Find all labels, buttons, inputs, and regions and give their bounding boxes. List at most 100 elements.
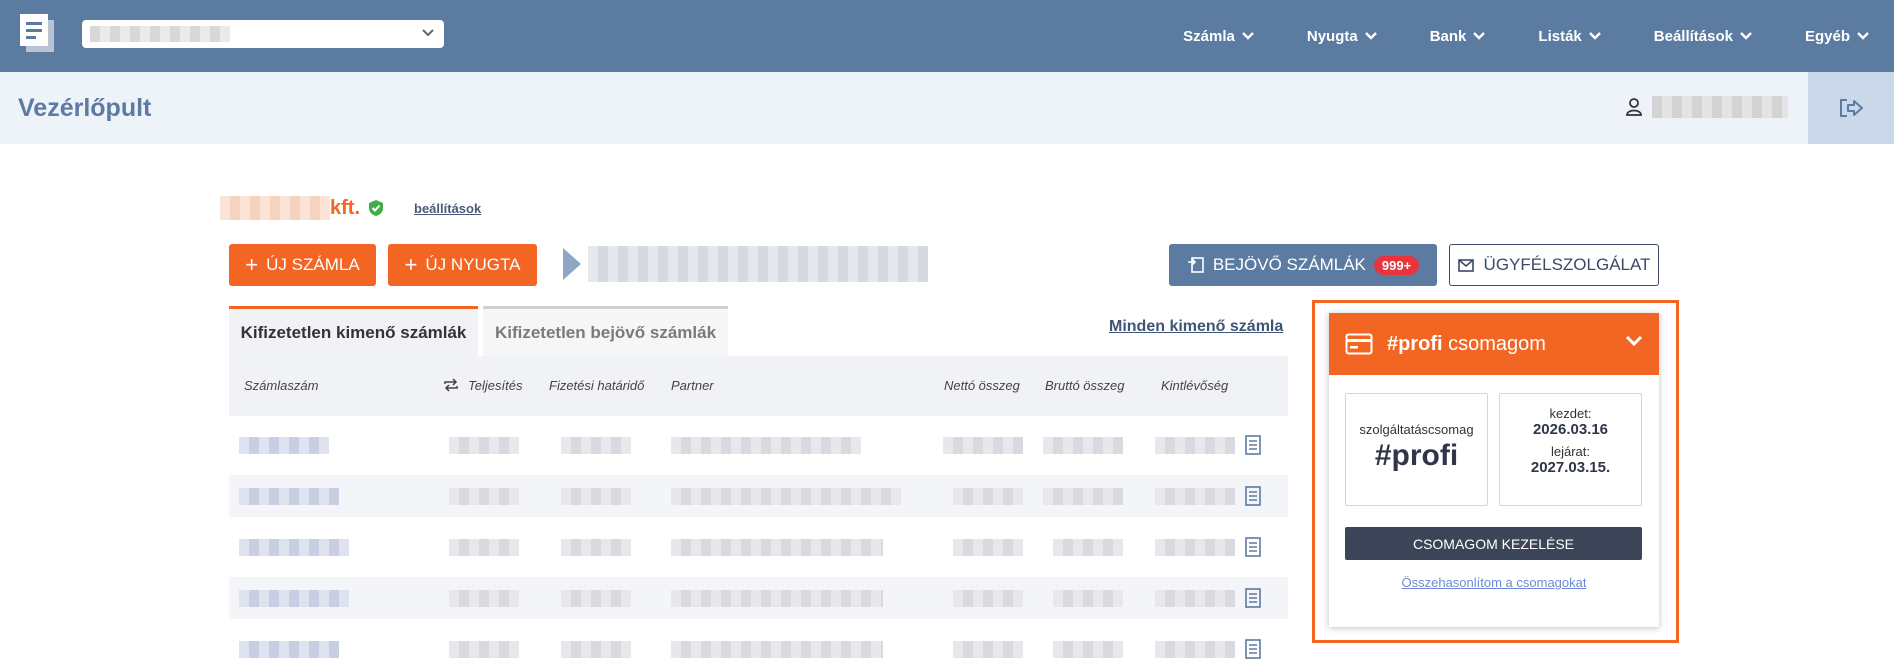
document-icon[interactable] xyxy=(1245,435,1261,455)
company-select-value-redacted xyxy=(90,26,230,42)
plus-icon: + xyxy=(404,252,418,277)
redacted-cell xyxy=(449,488,519,505)
menu-bank[interactable]: Bank xyxy=(1430,28,1487,45)
company-settings-link[interactable]: beállítások xyxy=(414,201,481,216)
redacted-cell xyxy=(671,590,883,607)
menu-label: Bank xyxy=(1429,27,1467,45)
user-menu[interactable] xyxy=(1626,96,1788,118)
table-row[interactable] xyxy=(229,628,1288,670)
redacted-cell xyxy=(239,437,329,454)
menu-label: Egyéb xyxy=(1804,27,1850,45)
redacted-cell xyxy=(1053,590,1123,607)
document-icon[interactable] xyxy=(1245,639,1261,659)
redacted-cell xyxy=(449,437,519,454)
document-icon[interactable] xyxy=(1245,537,1261,557)
redacted-cell xyxy=(449,590,519,607)
incoming-invoices-button[interactable]: BEJÖVŐ SZÁMLÁK 999+ xyxy=(1169,244,1437,286)
company-select[interactable] xyxy=(82,20,444,48)
document-icon[interactable] xyxy=(1245,486,1261,506)
redacted-cell xyxy=(1043,488,1123,505)
redacted-cell xyxy=(1155,539,1235,556)
all-outgoing-invoices-link[interactable]: Minden kimenő számla xyxy=(1109,318,1283,336)
repeat-icon[interactable] xyxy=(443,378,459,392)
menu-szamla[interactable]: Számla xyxy=(1183,28,1255,45)
tab-unpaid-outgoing[interactable]: Kifizetetlen kimenő számlák xyxy=(229,306,478,356)
redacted-cell xyxy=(1053,641,1123,658)
column-header-net-amount[interactable]: Nettó összeg xyxy=(944,378,1020,393)
redacted-cell xyxy=(953,641,1023,658)
redacted-cell xyxy=(239,488,339,505)
logout-icon xyxy=(1840,99,1863,117)
redacted-cell xyxy=(943,437,1023,454)
chevron-down-icon xyxy=(1857,32,1869,40)
redacted-cell xyxy=(671,539,883,556)
table-row[interactable] xyxy=(229,526,1288,568)
package-title-bold: #profi xyxy=(1387,332,1443,355)
redacted-cell xyxy=(671,437,861,454)
menu-egyeb[interactable]: Egyéb xyxy=(1805,28,1870,45)
chevron-down-icon[interactable] xyxy=(1625,335,1643,347)
column-header-due-date[interactable]: Fizetési határidő xyxy=(549,378,644,393)
package-title-rest: csomagom xyxy=(1442,332,1546,355)
page-header: Vezérlőpult xyxy=(0,72,1894,144)
table-row[interactable] xyxy=(229,475,1288,517)
column-header-gross-amount[interactable]: Bruttó összeg xyxy=(1045,378,1125,393)
menu-beallitasok[interactable]: Beállítások xyxy=(1654,28,1753,45)
redacted-cell xyxy=(1155,488,1235,505)
package-info-box: szolgáltatáscsomag #profi xyxy=(1345,393,1488,506)
redacted-cell xyxy=(671,488,901,505)
menu-label: Számla xyxy=(1183,27,1235,45)
package-card-header[interactable]: #profi csomagom xyxy=(1329,313,1659,375)
table-row[interactable] xyxy=(229,577,1288,619)
compare-packages-link[interactable]: Összehasonlítom a csomagokat xyxy=(1329,575,1659,590)
credit-card-icon xyxy=(1345,333,1373,355)
column-header-partner[interactable]: Partner xyxy=(671,378,714,393)
menu-listak[interactable]: Listák xyxy=(1538,28,1601,45)
table-row[interactable] xyxy=(229,424,1288,466)
table-header: Számlaszám Teljesítés Fizetési határidő … xyxy=(229,356,1288,416)
button-label: BEJÖVŐ SZÁMLÁK xyxy=(1212,255,1366,274)
menu-nyugta[interactable]: Nyugta xyxy=(1307,28,1378,45)
info-text-redacted xyxy=(588,246,928,282)
redacted-cell xyxy=(1155,641,1235,658)
redacted-cell xyxy=(561,641,631,658)
start-date-label: kezdet: xyxy=(1549,406,1592,421)
logout-button[interactable] xyxy=(1808,72,1894,144)
button-label: ÜGYFÉLSZOLGÁLAT xyxy=(1483,255,1651,274)
manage-package-button[interactable]: CSOMAGOM KEZELÉSE xyxy=(1345,527,1642,560)
button-label: ÚJ SZÁMLA xyxy=(266,255,360,274)
verified-shield-icon xyxy=(369,200,383,216)
redacted-cell xyxy=(953,539,1023,556)
package-card: #profi csomagom szolgáltatáscsomag #prof… xyxy=(1329,313,1659,627)
app-logo-icon[interactable] xyxy=(18,12,58,54)
column-header-outstanding[interactable]: Kintlévőség xyxy=(1161,378,1228,393)
page-title: Vezérlőpult xyxy=(18,94,152,122)
service-package-label: szolgáltatáscsomag xyxy=(1359,422,1474,437)
redacted-cell xyxy=(239,590,349,607)
plus-icon: + xyxy=(245,252,259,277)
incoming-invoice-icon xyxy=(1187,257,1204,273)
user-icon xyxy=(1626,98,1642,116)
customer-service-button[interactable]: ÜGYFÉLSZOLGÁLAT xyxy=(1449,244,1659,286)
redacted-cell xyxy=(1155,437,1235,454)
redacted-cell xyxy=(239,539,349,556)
button-label: ÚJ NYUGTA xyxy=(425,255,521,274)
new-receipt-button[interactable]: + ÚJ NYUGTA xyxy=(388,244,537,286)
start-date-value: 2026.03.16 xyxy=(1532,421,1609,438)
chevron-down-icon xyxy=(1588,32,1601,40)
column-header-fulfillment[interactable]: Teljesítés xyxy=(468,378,522,393)
chevron-down-icon xyxy=(1364,32,1377,40)
redacted-cell xyxy=(1155,590,1235,607)
incoming-count-badge: 999+ xyxy=(1373,255,1420,275)
new-invoice-button[interactable]: + ÚJ SZÁMLA xyxy=(229,244,376,286)
redacted-cell xyxy=(449,539,519,556)
document-icon[interactable] xyxy=(1245,588,1261,608)
user-name-redacted xyxy=(1652,96,1788,118)
tab-unpaid-incoming[interactable]: Kifizetetlen bejövő számlák xyxy=(483,306,728,356)
expiry-date-label: lejárat: xyxy=(1550,444,1591,459)
redacted-cell xyxy=(561,590,631,607)
package-name: #profi xyxy=(1374,439,1459,472)
column-header-invoice-number[interactable]: Számlaszám xyxy=(244,378,318,393)
redacted-cell xyxy=(1053,539,1123,556)
redacted-cell xyxy=(449,641,519,658)
